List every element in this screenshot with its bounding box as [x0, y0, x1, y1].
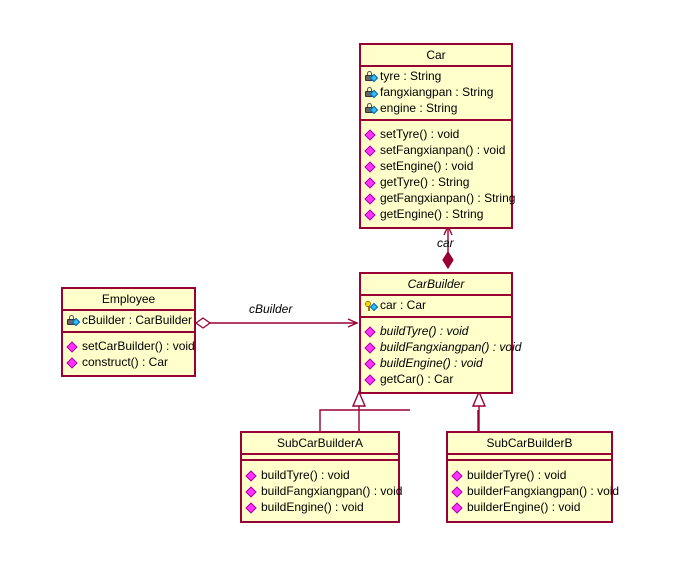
method-label: getCar() : Car	[380, 372, 454, 386]
public-method-icon	[364, 160, 379, 173]
attribute-label: fangxiangpan : String	[380, 85, 494, 99]
private-lock-icon	[364, 70, 379, 83]
class-box-car[interactable]: Car tyre : String fangxiangpan : String …	[359, 43, 515, 229]
class-title-subcarbuildera: SubCarBuilderA	[242, 433, 398, 455]
method-label: setFangxianpan() : void	[380, 143, 506, 157]
class-methods-employee: setCarBuilder() : void construct() : Car	[63, 333, 195, 375]
attribute-row: tyre : String	[361, 69, 511, 85]
public-method-icon	[451, 469, 466, 482]
class-methods-subcarbuildera: buildTyre() : void buildFangxiangpan() :…	[242, 461, 402, 521]
protected-key-icon	[364, 299, 379, 312]
method-label: buildFangxiangpan() : void	[261, 484, 403, 498]
private-lock-icon	[364, 86, 379, 99]
public-method-icon	[364, 128, 379, 141]
method-label: buildEngine() : void	[261, 500, 364, 514]
class-methods-carbuilder: buildTyre() : void buildFangxiangpan() :…	[361, 318, 521, 392]
attribute-row: engine : String	[361, 101, 511, 117]
public-method-icon	[451, 501, 466, 514]
method-row: setFangxianpan() : void	[361, 143, 511, 159]
method-label: getEngine() : String	[380, 207, 484, 221]
method-row: builderEngine() : void	[448, 500, 611, 516]
class-title-employee: Employee	[63, 289, 194, 311]
method-label: setCarBuilder() : void	[82, 339, 195, 353]
method-row: setEngine() : void	[361, 159, 511, 175]
method-label: getTyre() : String	[380, 175, 470, 189]
class-title-carbuilder: CarBuilder	[361, 274, 511, 296]
method-label: buildTyre() : void	[261, 468, 350, 482]
method-row: getEngine() : String	[361, 207, 511, 223]
method-row: getFangxianpan() : String	[361, 191, 515, 207]
edge-label-car: car	[437, 236, 454, 250]
attribute-label: engine : String	[380, 101, 458, 115]
private-lock-icon	[364, 102, 379, 115]
method-row: getCar() : Car	[361, 372, 511, 388]
method-row: buildEngine() : void	[361, 356, 511, 372]
public-method-icon	[364, 192, 379, 205]
public-method-icon	[245, 469, 260, 482]
edge-label-cbuilder: cBuilder	[249, 302, 293, 316]
public-method-icon	[364, 144, 379, 157]
attribute-row: car : Car	[361, 298, 511, 314]
method-row: construct() : Car	[63, 355, 194, 371]
class-box-employee[interactable]: Employee cBuilder : CarBuilder setCarBui…	[61, 287, 196, 377]
public-method-icon	[245, 501, 260, 514]
method-row: buildFangxiangpan() : void	[242, 484, 402, 500]
class-attributes-carbuilder: car : Car	[361, 296, 511, 318]
method-label: construct() : Car	[82, 355, 169, 369]
class-title-car: Car	[361, 45, 511, 67]
method-label: getFangxianpan() : String	[380, 191, 516, 205]
attribute-label: tyre : String	[380, 69, 442, 83]
public-method-icon	[364, 325, 379, 338]
class-box-subcarbuilderb[interactable]: SubCarBuilderB builderTyre() : void buil…	[446, 431, 619, 523]
attribute-row: fangxiangpan : String	[361, 85, 511, 101]
method-row: builderFangxiangpan() : void	[448, 484, 619, 500]
class-attributes-car: tyre : String fangxiangpan : String engi…	[361, 67, 511, 121]
method-label: setTyre() : void	[380, 127, 460, 141]
class-title-subcarbuilderb: SubCarBuilderB	[448, 433, 611, 455]
class-methods-car: setTyre() : void setFangxianpan() : void…	[361, 121, 515, 227]
public-method-icon	[451, 485, 466, 498]
private-lock-icon	[66, 314, 81, 327]
method-label: builderEngine() : void	[467, 500, 581, 514]
method-row: buildEngine() : void	[242, 500, 398, 516]
public-method-icon	[66, 340, 81, 353]
attribute-label: car : Car	[380, 298, 427, 312]
class-box-carbuilder[interactable]: CarBuilder car : Car buildTyre() : void …	[359, 272, 521, 394]
method-label: setEngine() : void	[380, 159, 474, 173]
class-box-subcarbuildera[interactable]: SubCarBuilderA buildTyre() : void buildF…	[240, 431, 402, 523]
public-method-icon	[364, 341, 379, 354]
public-method-icon	[364, 176, 379, 189]
public-method-icon	[245, 485, 260, 498]
class-methods-subcarbuilderb: builderTyre() : void builderFangxiangpan…	[448, 461, 619, 521]
method-row: getTyre() : String	[361, 175, 511, 191]
attribute-row: cBuilder : CarBuilder	[63, 313, 194, 329]
public-method-icon	[364, 208, 379, 221]
public-method-icon	[364, 373, 379, 386]
method-row: buildFangxiangpan() : void	[361, 340, 521, 356]
method-label: builderFangxiangpan() : void	[467, 484, 620, 498]
method-row: setTyre() : void	[361, 127, 511, 143]
method-label: buildTyre() : void	[380, 324, 469, 338]
method-label: buildEngine() : void	[380, 356, 483, 370]
method-label: buildFangxiangpan() : void	[380, 340, 522, 354]
method-row: setCarBuilder() : void	[63, 339, 195, 355]
method-row: buildTyre() : void	[361, 324, 511, 340]
attribute-label: cBuilder : CarBuilder	[82, 313, 193, 327]
class-attributes-employee: cBuilder : CarBuilder	[63, 311, 194, 333]
method-row: buildTyre() : void	[242, 468, 398, 484]
public-method-icon	[364, 357, 379, 370]
public-method-icon	[66, 356, 81, 369]
method-row: builderTyre() : void	[448, 468, 611, 484]
method-label: builderTyre() : void	[467, 468, 567, 482]
